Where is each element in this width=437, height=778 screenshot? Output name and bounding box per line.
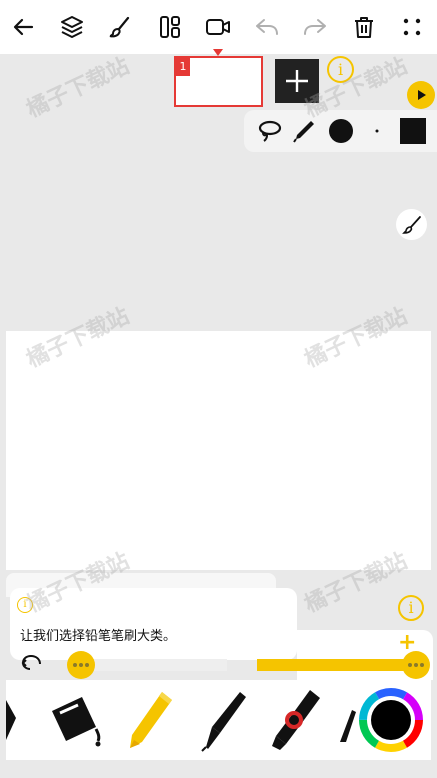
current-frame-marker-icon: [213, 49, 223, 56]
curl-undo-icon: [21, 654, 41, 670]
brush-button[interactable]: [102, 9, 138, 45]
back-arrow-icon: [13, 18, 34, 36]
marker-pen-icon: [272, 690, 320, 750]
frame-info-icon[interactable]: i: [327, 56, 354, 83]
dot-small-icon: [375, 129, 379, 133]
opacity-slider-track[interactable]: [257, 659, 417, 671]
redo-button[interactable]: [297, 9, 333, 45]
color-wheel-icon: [359, 688, 423, 752]
more-button[interactable]: [394, 9, 430, 45]
pencil-tool[interactable]: [289, 116, 319, 146]
brush-category-tray: [6, 680, 431, 760]
brush-tip-icon: [340, 710, 356, 742]
marker-category[interactable]: [268, 684, 324, 756]
drawing-canvas[interactable]: [6, 331, 431, 570]
pencil-category[interactable]: [124, 684, 180, 756]
fill-bucket-category[interactable]: [44, 684, 108, 756]
layers-button[interactable]: [54, 9, 90, 45]
lasso-icon: [258, 120, 282, 142]
video-button[interactable]: [200, 9, 236, 45]
tutorial-hint-card: i 让我们选择铅笔笔刷大类。: [10, 588, 297, 660]
brush-size-large[interactable]: [326, 116, 356, 146]
undo-icon: [256, 19, 278, 35]
size-slider-knob[interactable]: [67, 651, 95, 679]
delete-button[interactable]: [346, 9, 382, 45]
lasso-tool[interactable]: [254, 116, 284, 146]
brush-icon: [109, 16, 130, 38]
add-frame-button[interactable]: [275, 59, 319, 103]
top-toolbar: [0, 0, 437, 54]
trash-icon: [355, 17, 373, 38]
square-swatch-icon: [400, 118, 426, 144]
pencil-icon: [293, 121, 314, 143]
hint-text: 让我们选择铅笔笔刷大类。: [20, 629, 177, 644]
eraser-category[interactable]: [6, 684, 32, 756]
brush-settings-button[interactable]: [396, 209, 427, 240]
ink-pen-category[interactable]: [196, 684, 252, 756]
yellow-pencil-icon: [130, 692, 172, 748]
play-icon: [418, 90, 426, 100]
opacity-slider-knob[interactable]: [402, 651, 430, 679]
fountain-pen-icon: [201, 692, 246, 752]
color-swatch-black[interactable]: [398, 116, 428, 146]
frames-button[interactable]: [152, 9, 188, 45]
small-undo-button[interactable]: [18, 652, 46, 676]
brush-info-icon[interactable]: i: [398, 595, 424, 621]
brush-category-partial[interactable]: [336, 684, 356, 756]
brush-icon: [401, 215, 421, 234]
paint-bucket-icon: [52, 697, 101, 747]
frame-thumbnail[interactable]: 1: [174, 56, 263, 107]
color-picker-button[interactable]: [358, 684, 424, 756]
plus-icon: [286, 70, 308, 92]
more-grid-icon: [403, 18, 421, 36]
frames-icon: [160, 16, 180, 38]
brush-size-small[interactable]: [362, 116, 392, 146]
redo-icon: [304, 19, 326, 35]
quick-tool-panel: [244, 110, 437, 152]
watermark-text: 橘子下载站: [22, 53, 134, 123]
back-button[interactable]: [6, 9, 42, 45]
size-slider-track[interactable]: [72, 659, 227, 671]
video-camera-icon: [206, 19, 230, 35]
dot-large-icon: [329, 119, 353, 143]
eraser-icon: [6, 700, 16, 740]
layers-icon: [61, 16, 83, 38]
undo-button[interactable]: [249, 9, 285, 45]
play-button[interactable]: [407, 81, 435, 109]
hint-info-icon: i: [17, 597, 33, 613]
frame-number: 1: [176, 58, 190, 76]
